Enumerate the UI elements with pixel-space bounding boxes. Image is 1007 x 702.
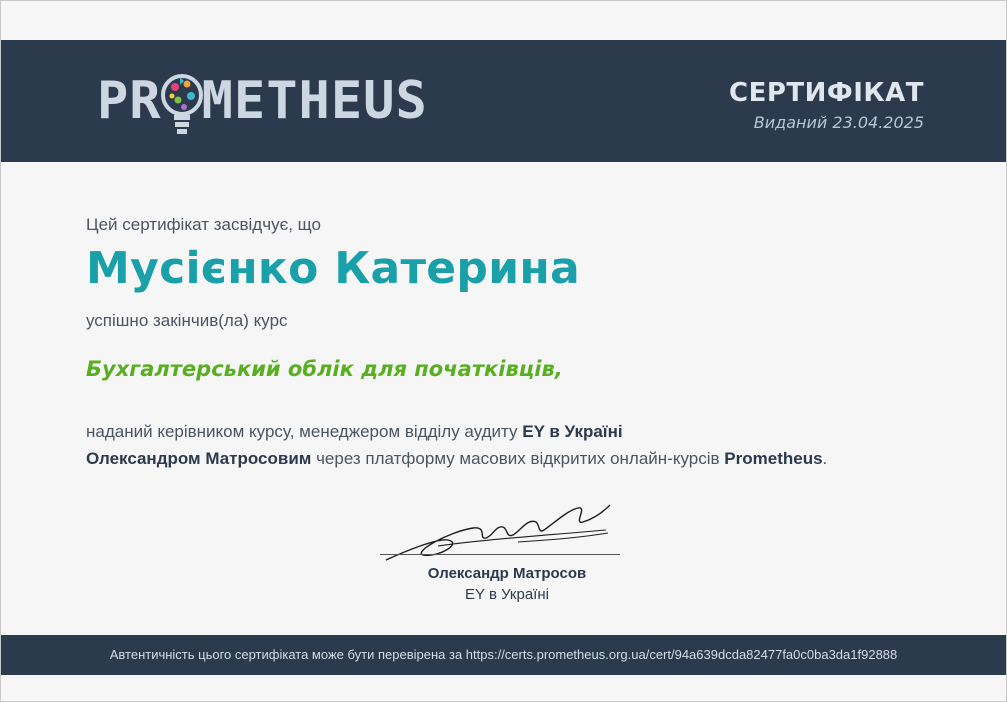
completed-text: успішно закінчив(ла) курс bbox=[86, 311, 288, 330]
instructor-name: Олександром Матросовим bbox=[86, 449, 312, 468]
certificate-footer: Автентичність цього сертифіката може бут… bbox=[1, 635, 1006, 675]
signer-organization: EY в Україні bbox=[465, 586, 549, 603]
prometheus-logo: PR METHEUS bbox=[97, 69, 428, 137]
certificate-title: СЕРТИФІКАТ bbox=[729, 78, 924, 108]
verification-text: Автентичність цього сертифіката може бут… bbox=[109, 647, 898, 662]
desc-end: . bbox=[822, 449, 828, 468]
handwritten-signature bbox=[385, 504, 611, 561]
course-description: наданий керівником курсу, менеджером від… bbox=[86, 418, 946, 472]
desc-part-2: через платформу масових відкритих онлайн… bbox=[311, 449, 725, 468]
platform-name: Prometheus bbox=[724, 449, 823, 468]
signer-name: Олександр Матросов bbox=[427, 565, 587, 582]
course-title: Бухгалтерський облік для початківців, bbox=[86, 357, 563, 381]
org-name: EY в Україні bbox=[522, 422, 623, 441]
lightbulb-icon bbox=[160, 74, 203, 134]
signature-line bbox=[380, 554, 620, 555]
issue-date: Виданий 23.04.2025 bbox=[753, 113, 924, 132]
logo-text-right: METHEUS bbox=[201, 71, 428, 131]
logo-text-left: PR bbox=[97, 71, 162, 131]
recipient-name: Мусієнко Катерина bbox=[86, 243, 581, 294]
intro-text: Цей сертифікат засвідчує, що bbox=[86, 215, 321, 234]
desc-part-1: наданий керівником курсу, менеджером від… bbox=[86, 422, 523, 441]
